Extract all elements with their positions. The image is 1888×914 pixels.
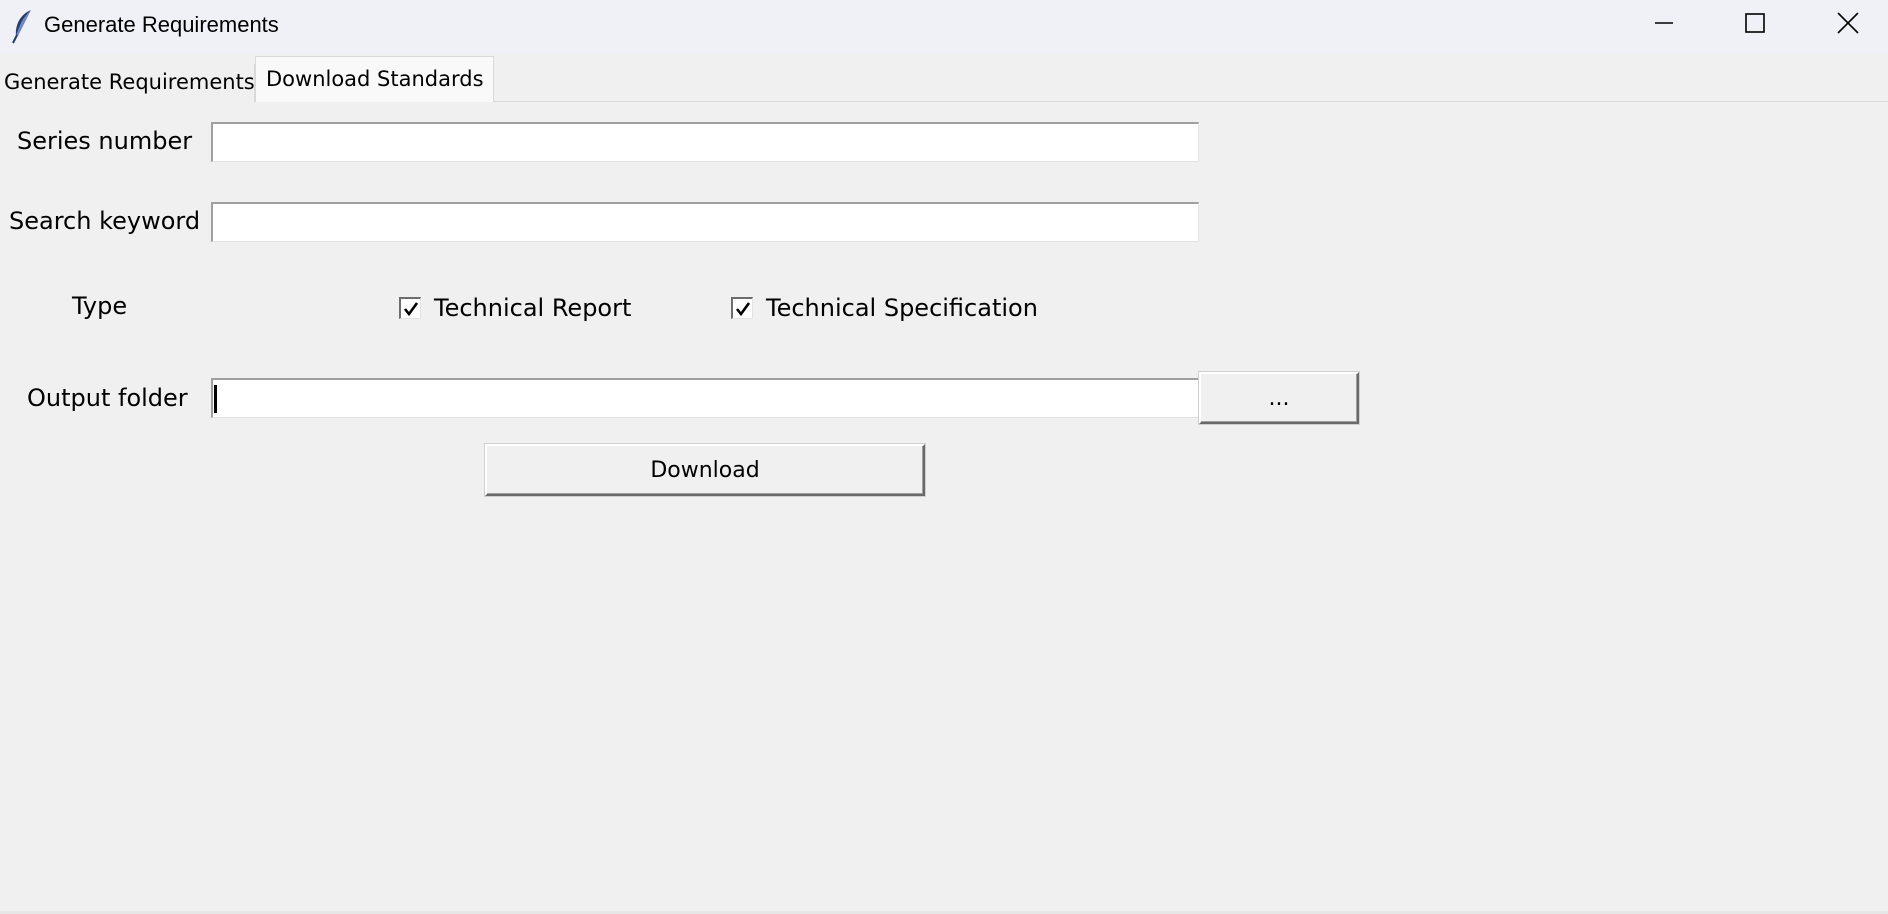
- series-number-input[interactable]: [211, 122, 1199, 162]
- minimize-icon: [1654, 13, 1674, 37]
- checkmark-icon: [735, 301, 750, 316]
- output-folder-input[interactable]: [211, 378, 1199, 418]
- technical-specification-checkbox[interactable]: Technical Specification: [731, 294, 1038, 322]
- technical-report-checkbox[interactable]: Technical Report: [399, 294, 631, 322]
- text-caret: [214, 385, 217, 413]
- download-button[interactable]: Download: [485, 444, 925, 496]
- tab-download-standards[interactable]: Download Standards: [255, 56, 494, 102]
- checkmark-icon: [403, 301, 418, 316]
- technical-specification-label: Technical Specification: [766, 294, 1038, 322]
- checkbox-box[interactable]: [399, 297, 421, 319]
- tab-generate-requirements[interactable]: Generate Requirements: [0, 64, 255, 102]
- maximize-icon: [1745, 13, 1765, 37]
- close-button[interactable]: [1802, 0, 1888, 50]
- minimize-button[interactable]: [1618, 0, 1710, 50]
- maximize-button[interactable]: [1709, 0, 1801, 50]
- series-number-label: Series number: [17, 127, 193, 155]
- close-icon: [1837, 12, 1859, 38]
- notebook-tabs: Generate Requirements Download Standards: [0, 56, 1888, 102]
- search-keyword-label: Search keyword: [9, 207, 201, 235]
- technical-report-label: Technical Report: [434, 294, 632, 322]
- feather-icon: [9, 8, 37, 44]
- checkbox-box[interactable]: [731, 297, 753, 319]
- title-bar[interactable]: Generate Requirements: [0, 0, 1888, 54]
- browse-folder-button[interactable]: ...: [1199, 372, 1359, 424]
- search-keyword-input[interactable]: [211, 202, 1199, 242]
- type-label: Type: [72, 292, 128, 320]
- window-title: Generate Requirements: [44, 12, 279, 37]
- output-folder-label: Output folder: [27, 384, 188, 412]
- app-window: Generate Requirements Generate Requireme…: [0, 0, 1888, 914]
